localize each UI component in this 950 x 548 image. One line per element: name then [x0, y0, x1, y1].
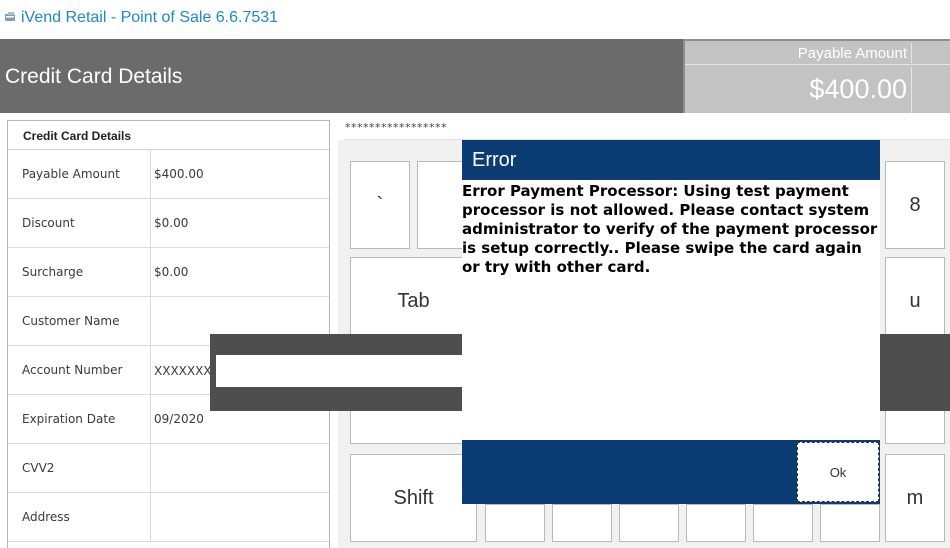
details-title: Credit Card Details	[23, 129, 132, 143]
detail-row-discount: Discount $0.00	[8, 199, 329, 248]
pos-window: iVend Retail - Point of Sale 6.6.7531 Cr…	[0, 0, 950, 548]
app-title: iVend Retail - Point of Sale 6.6.7531	[21, 9, 279, 26]
detail-label: Account Number	[22, 363, 123, 377]
detail-row-address[interactable]: Address	[8, 493, 329, 542]
key-tab[interactable]: Tab	[350, 257, 477, 345]
error-dialog: Error Error Payment Processor: Using tes…	[462, 140, 880, 504]
detail-row-cvv2[interactable]: CVV2	[8, 444, 329, 493]
detail-label: Customer Name	[22, 314, 120, 328]
expiration-date-field[interactable]: 09/2020	[154, 412, 204, 426]
detail-row-surcharge: Surcharge $0.00	[8, 248, 329, 297]
detail-label: Discount	[22, 216, 75, 230]
account-number-value: XXXXXXXX	[154, 364, 210, 378]
dialog-title: Error	[472, 149, 517, 171]
key-n[interactable]	[820, 504, 880, 542]
detail-value: $0.00	[154, 216, 189, 230]
detail-value: $400.00	[154, 167, 204, 181]
app-icon	[5, 12, 15, 21]
page-title: Credit Card Details	[5, 65, 183, 88]
detail-label: Address	[22, 510, 70, 524]
key-c[interactable]	[619, 504, 679, 542]
detail-label: Payable Amount	[22, 167, 120, 181]
detail-label: Surcharge	[22, 265, 84, 279]
payable-amount-label: Payable Amount	[797, 45, 907, 62]
key-row3-right[interactable]	[885, 410, 945, 444]
detail-value: $0.00	[154, 265, 189, 279]
payable-amount-box: Payable Amount $400.00	[683, 39, 950, 113]
key-m[interactable]: m	[885, 454, 945, 542]
payable-amount-value: $400.00	[809, 74, 907, 104]
dialog-footer: Ok	[462, 440, 880, 504]
key-shift[interactable]: Shift	[350, 454, 477, 542]
key-v[interactable]	[686, 504, 746, 542]
detail-label: Expiration Date	[22, 412, 116, 426]
detail-row-payable-amount: Payable Amount $400.00	[8, 150, 329, 199]
key-backtick[interactable]: `	[350, 161, 410, 249]
detail-label: CVV2	[22, 461, 55, 475]
overlay-input[interactable]	[216, 355, 462, 387]
page-header: Credit Card Details	[0, 39, 683, 113]
key-b[interactable]	[753, 504, 813, 542]
ok-button[interactable]: Ok	[797, 442, 879, 502]
error-message: Error Payment Processor: Using test paym…	[462, 182, 878, 276]
key-u[interactable]: u	[885, 257, 945, 345]
key-8[interactable]: 8	[885, 161, 945, 249]
card-number-masked: *****************	[345, 121, 447, 134]
key-x[interactable]	[552, 504, 612, 542]
dialog-header: Error	[462, 140, 880, 180]
title-bar: iVend Retail - Point of Sale 6.6.7531	[0, 0, 950, 39]
card-number-field[interactable]: *****************	[344, 120, 950, 140]
key-row3-left[interactable]	[350, 410, 477, 444]
key-z[interactable]	[485, 504, 545, 542]
